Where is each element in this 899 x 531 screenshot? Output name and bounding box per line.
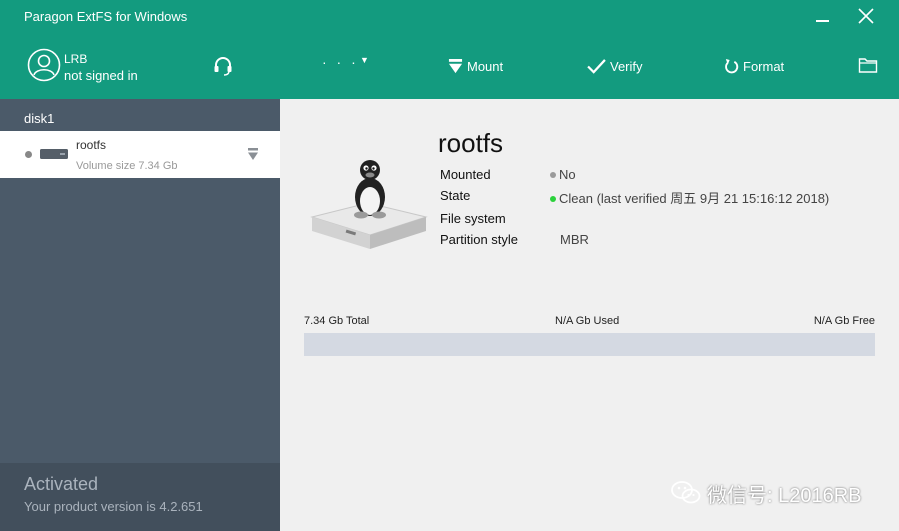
folder-icon <box>858 58 878 73</box>
state-value: Clean (last verified 周五 9月 21 15:16:12 2… <box>550 188 829 207</box>
sidebar: disk1 rootfs Volume size 7.34 Gb Activat… <box>0 99 280 531</box>
state-label: State <box>440 188 471 203</box>
user-icon <box>27 48 61 82</box>
license-status: Activated <box>24 474 99 494</box>
partition-style-label: Partition style <box>440 232 519 247</box>
product-version: Your product version is 4.2.651 <box>24 499 203 514</box>
verify-label: Verify <box>610 58 643 74</box>
refresh-icon <box>725 58 739 73</box>
user-name: LRB <box>64 52 88 66</box>
volume-details: rootfs Mounted No State Clean (last veri… <box>280 99 899 531</box>
wechat-icon <box>671 481 701 504</box>
mount-button[interactable]: Mount <box>448 55 503 77</box>
more-menu-button[interactable]: · · · ▼ <box>322 54 374 76</box>
volume-name: rootfs <box>76 138 107 152</box>
volume-title: rootfs <box>438 128 504 158</box>
support-button[interactable] <box>210 53 236 79</box>
close-icon <box>858 8 874 24</box>
format-label: Format <box>743 58 785 74</box>
drive-icon <box>40 149 68 159</box>
user-status[interactable]: not signed in <box>64 68 138 83</box>
sidebar-item-rootfs[interactable]: rootfs Volume size 7.34 Gb <box>0 131 280 178</box>
mounted-status-dot <box>550 171 556 178</box>
mounted-value: No <box>550 167 576 182</box>
format-button[interactable]: Format <box>724 55 784 77</box>
volume-size: Volume size 7.34 Gb <box>76 160 178 172</box>
state-status-dot <box>550 195 556 202</box>
partition-style-value: MBR <box>560 232 589 247</box>
volume-menu-icon[interactable] <box>247 148 259 161</box>
mounted-label: Mounted <box>440 167 491 182</box>
title-bar: Paragon ExtFS for Windows LRB not signed… <box>0 0 899 99</box>
capacity-used: N/A Gb Used <box>555 315 620 327</box>
license-footer: Activated Your product version is 4.2.65… <box>0 463 280 531</box>
watermark: 微信号: L2016RB <box>671 478 862 508</box>
disk-header[interactable]: disk1 <box>0 99 280 131</box>
mount-status-dot <box>25 151 32 158</box>
mount-label: Mount <box>467 58 504 74</box>
more-label: · · · <box>322 54 359 70</box>
linux-drive-icon <box>310 160 428 249</box>
user-avatar[interactable] <box>27 48 61 82</box>
watermark-text: 微信号: L2016RB <box>707 484 862 507</box>
mount-icon <box>448 58 463 73</box>
filesystem-label: File system <box>440 211 506 226</box>
close-button[interactable] <box>855 5 877 27</box>
minimize-button[interactable] <box>812 9 834 29</box>
capacity-free: N/A Gb Free <box>813 315 875 327</box>
checkmark-icon <box>587 58 606 74</box>
capacity-total: 7.34 Gb Total <box>304 315 370 327</box>
headset-icon <box>214 57 232 76</box>
capacity-bar <box>304 333 875 356</box>
verify-button[interactable]: Verify <box>587 55 643 77</box>
chevron-down-icon: ▼ <box>360 55 369 65</box>
open-folder-button[interactable] <box>858 56 878 74</box>
app-title: Paragon ExtFS for Windows <box>24 9 188 24</box>
